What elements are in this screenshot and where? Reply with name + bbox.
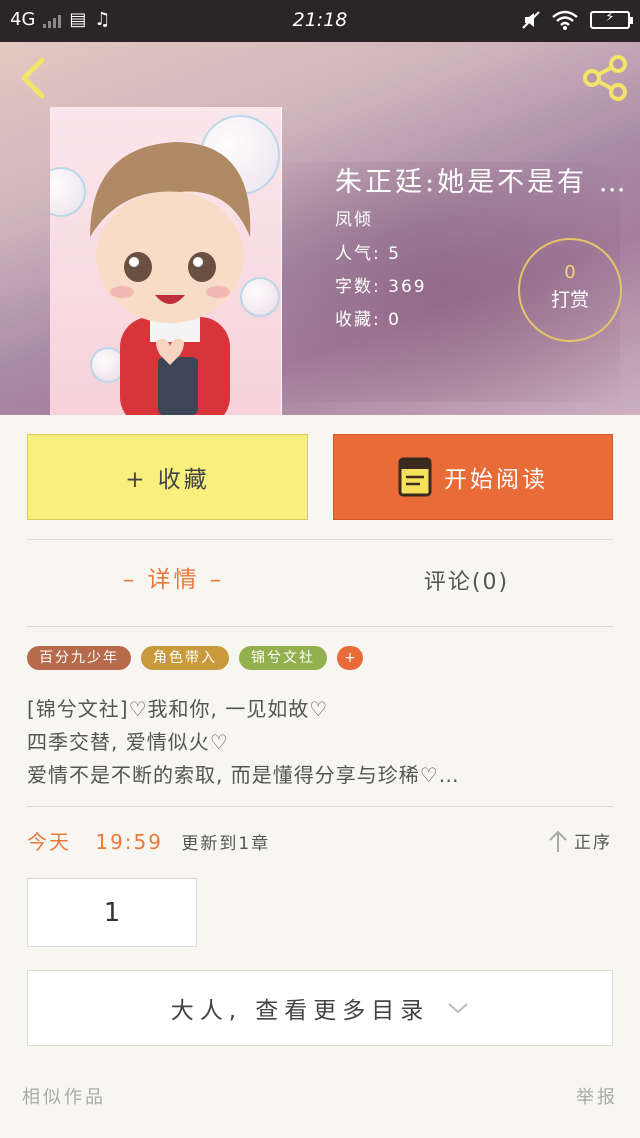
cover-illustration <box>90 142 251 415</box>
chapter-item[interactable]: 1 <box>27 878 197 947</box>
more-catalog-label: 大人, 查看更多目录 <box>170 998 430 1024</box>
divider <box>27 626 613 627</box>
tag-list: 百分九少年 角色带入 锦兮文社 + <box>27 646 363 670</box>
divider <box>27 806 613 807</box>
word-count-value: 369 <box>388 277 427 297</box>
book-description[interactable]: [锦兮文社]♡我和你, 一见如故♡ 四季交替, 爱情似火♡ 爱情不是不断的索取,… <box>27 693 613 792</box>
favorites-value: 0 <box>388 310 401 330</box>
tab-comments[interactable]: 评论(0) <box>320 564 613 596</box>
add-tag-button[interactable]: + <box>337 646 363 670</box>
book-header: 朱正廷:她是不是有 … 凤倾 人气: 5 字数: 369 收藏: 0 0 打赏 <box>0 42 640 415</box>
sort-order-label: 正序 <box>574 833 612 853</box>
update-date: 今天 <box>27 830 71 854</box>
chevron-down-icon <box>448 1003 468 1014</box>
similar-works-label[interactable]: 相似作品 <box>22 1083 106 1109</box>
start-reading-button[interactable]: 开始阅读 <box>333 434 613 520</box>
reward-count: 0 <box>564 262 576 283</box>
divider <box>27 539 613 540</box>
book-title: 朱正廷:她是不是有 … <box>335 167 629 198</box>
wifi-icon <box>552 10 578 30</box>
book-author: 凤倾 <box>335 210 373 230</box>
book-icon <box>398 457 432 497</box>
tag-item[interactable]: 百分九少年 <box>27 646 131 670</box>
update-time: 19:59 <box>95 830 163 854</box>
book-cover[interactable] <box>50 107 282 415</box>
collect-button[interactable]: + 收藏 <box>27 434 308 520</box>
book-favorites: 收藏: 0 <box>335 305 401 330</box>
tab-details[interactable]: – 详情 – <box>27 560 320 594</box>
more-catalog-button[interactable]: 大人, 查看更多目录 <box>27 970 613 1046</box>
sort-order-button[interactable]: 正序 <box>548 828 612 853</box>
popularity-label: 人气: <box>335 244 381 264</box>
battery-icon: ⚡ <box>590 10 633 29</box>
reward-label: 打赏 <box>550 289 589 311</box>
popularity-value: 5 <box>388 244 401 264</box>
description-line: [锦兮文社]♡我和你, 一见如故♡ <box>27 697 329 721</box>
description-line: 爱情不是不断的索取, 而是懂得分享与珍稀♡… <box>27 763 460 787</box>
report-link[interactable]: 举报 <box>576 1083 618 1109</box>
mute-icon <box>522 11 540 29</box>
description-line: 四季交替, 爱情似火♡ <box>27 730 229 754</box>
sort-up-arrow-icon <box>549 830 567 852</box>
tag-item[interactable]: 锦兮文社 <box>239 646 327 670</box>
update-info: 今天 19:59 更新到1章 <box>27 826 270 855</box>
status-bar: 4G ▤ ♫ 21:18 ⚡ <box>0 0 640 42</box>
favorites-label: 收藏: <box>335 310 381 330</box>
share-icon[interactable] <box>580 54 630 102</box>
book-word-count: 字数: 369 <box>335 272 427 297</box>
status-right: ⚡ <box>522 10 633 30</box>
tag-item[interactable]: 角色带入 <box>141 646 229 670</box>
back-arrow-icon[interactable] <box>16 56 52 100</box>
word-count-label: 字数: <box>335 277 381 297</box>
start-reading-label: 开始阅读 <box>444 467 548 493</box>
update-text: 更新到1章 <box>181 834 271 854</box>
book-popularity: 人气: 5 <box>335 239 401 264</box>
reward-button[interactable]: 0 打赏 <box>518 238 622 342</box>
